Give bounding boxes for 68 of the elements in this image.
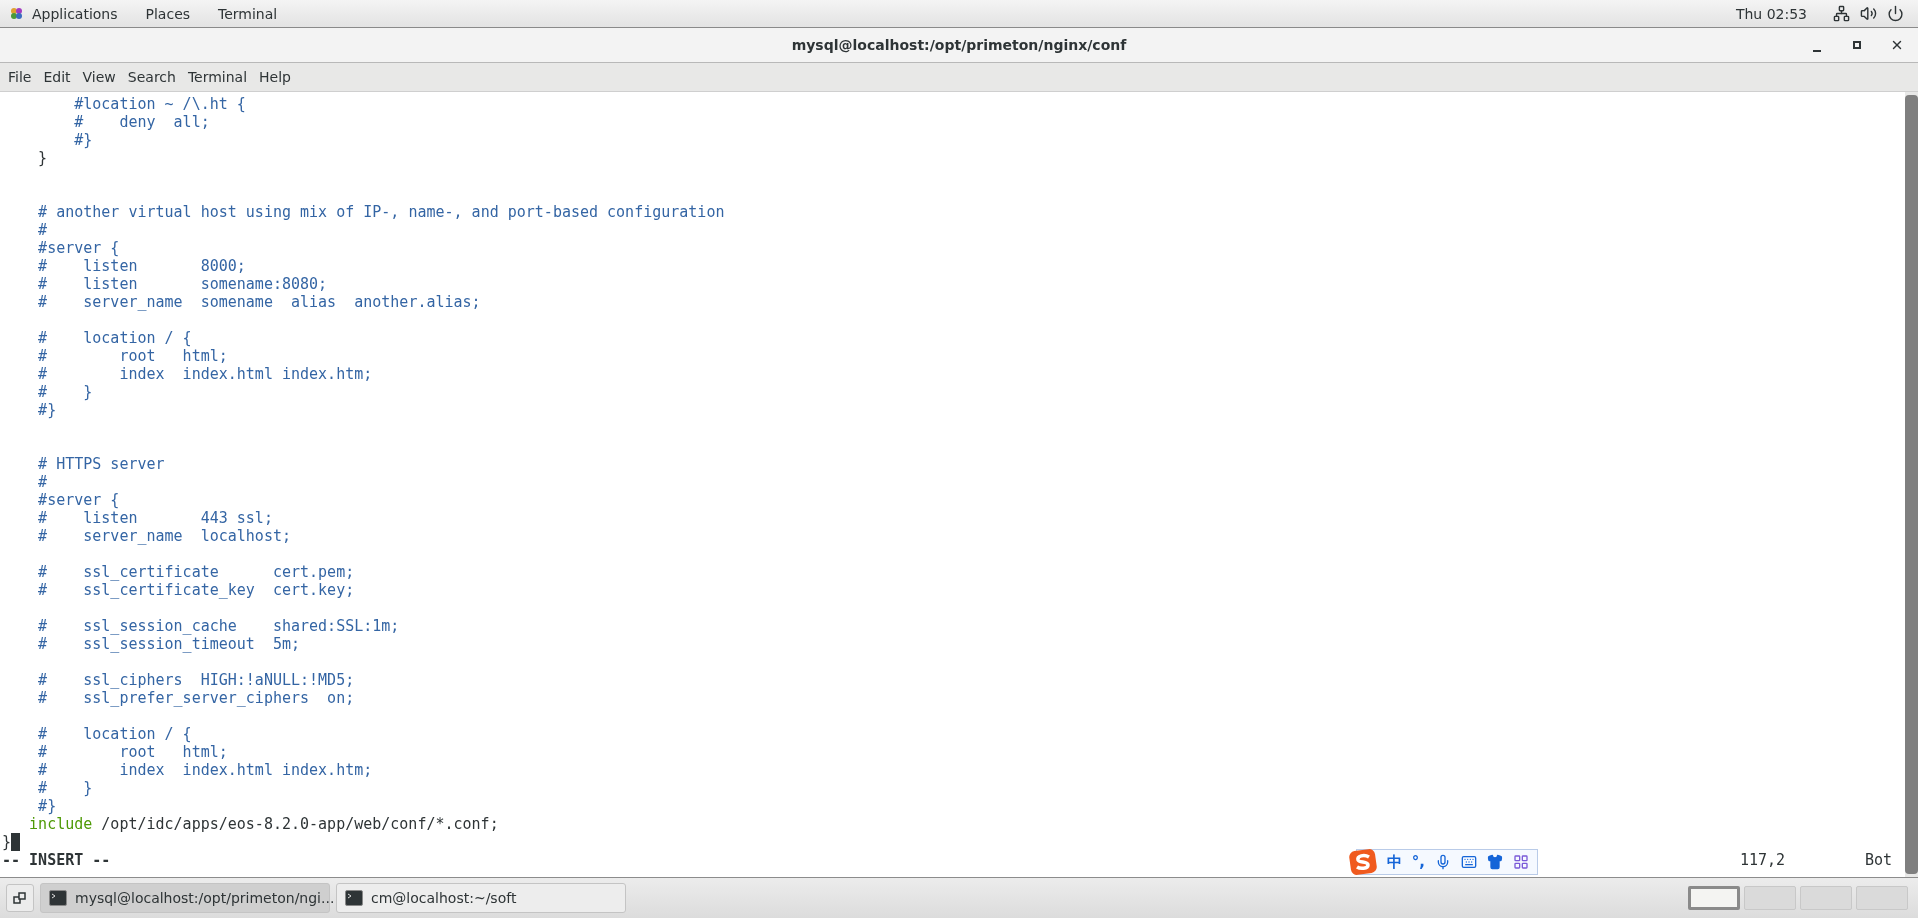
comment-line: # root html; xyxy=(37,347,228,365)
comment-line: # ssl_certificate cert.pem; xyxy=(37,563,355,581)
terminal-icon xyxy=(49,890,67,906)
menu-item[interactable]: Edit xyxy=(37,69,77,85)
menu-item[interactable]: Search xyxy=(121,69,182,85)
volume-icon[interactable] xyxy=(1860,5,1877,22)
microphone-icon[interactable] xyxy=(1435,854,1451,870)
comment-line: # listen somename:8080; xyxy=(37,275,328,293)
comment-line: # listen 443 ssl; xyxy=(37,509,273,527)
input-method-toggle[interactable]: °, xyxy=(1411,853,1425,871)
comment-line: #server { xyxy=(37,491,120,509)
menu-item[interactable]: View xyxy=(76,69,122,85)
menu-item[interactable]: Terminal xyxy=(181,69,254,85)
comment-line: # location / { xyxy=(37,725,192,743)
input-method-toggle[interactable]: 中 xyxy=(1386,852,1402,872)
code-line: } xyxy=(37,149,48,167)
keyboard-icon[interactable] xyxy=(1461,854,1477,870)
comment-line: #} xyxy=(73,131,93,149)
workspace-button[interactable] xyxy=(1688,886,1740,910)
code-line: } xyxy=(2,833,12,851)
taskbar-window-button[interactable]: cm@localhost:~/soft xyxy=(336,883,626,913)
clock[interactable]: Thu 02:53 xyxy=(1735,5,1807,22)
terminal-icon xyxy=(345,890,363,906)
comment-line: # index index.html index.htm; xyxy=(37,365,373,383)
cursor-position: 117,2 xyxy=(1739,851,1786,869)
top-bar-menu[interactable]: Terminal xyxy=(218,5,278,22)
top-bar-menu[interactable]: Places xyxy=(145,5,191,22)
comment-line: # server_name somename alias another.alias; xyxy=(37,293,481,311)
comment-line: # server_name localhost; xyxy=(37,527,291,545)
comment-line: #server { xyxy=(37,239,120,257)
maximize-icon xyxy=(1852,40,1862,50)
comment-line: #} xyxy=(37,401,57,419)
comment-line: # ssl_session_timeout 5m; xyxy=(37,635,300,653)
close-icon xyxy=(1890,38,1904,52)
comment-line: # } xyxy=(37,383,93,401)
comment-line: # ssl_ciphers HIGH:!aNULL:!MD5; xyxy=(37,671,355,689)
minimize-icon xyxy=(1813,50,1821,52)
scroll-position: Bot xyxy=(1864,851,1892,869)
menu-item[interactable]: Help xyxy=(253,69,297,85)
comment-line: # } xyxy=(37,779,93,797)
comment-line: # root html; xyxy=(37,743,228,761)
apps-logo-icon xyxy=(8,5,25,22)
mode-indicator: -- INSERT -- xyxy=(2,851,111,869)
power-icon[interactable] xyxy=(1887,5,1904,22)
code-line: include /opt/idc/apps/eos-8.2.0-app/web/conf/*.conf; xyxy=(28,815,500,833)
comment-line: # ssl_session_cache shared:SSL:1m; xyxy=(37,617,400,635)
menu-item[interactable]: File xyxy=(2,69,38,85)
comment-line: # listen 8000; xyxy=(37,257,246,275)
comment-line: #} xyxy=(37,797,57,815)
comment-line: # location / { xyxy=(37,329,192,347)
network-icon[interactable] xyxy=(1833,5,1850,22)
shirt-icon[interactable] xyxy=(1487,854,1503,870)
top-bar-menu[interactable]: Applications xyxy=(8,5,118,22)
scrollbar[interactable] xyxy=(1905,92,1918,877)
show-desktop-button[interactable] xyxy=(6,884,34,912)
windows-icon xyxy=(13,891,27,905)
comment-line: # HTTPS server xyxy=(37,455,165,473)
comment-line: #location ~ /\.ht { xyxy=(73,95,246,113)
comment-line: # xyxy=(37,221,48,239)
comment-line: # deny all; xyxy=(73,113,210,131)
comment-line: # index index.html index.htm; xyxy=(37,761,373,779)
comment-line: # ssl_certificate_key cert.key; xyxy=(37,581,355,599)
window-title: mysql@localhost:/opt/primeton/nginx/conf xyxy=(790,37,1128,53)
grid-icon[interactable] xyxy=(1513,854,1529,870)
comment-line: # another virtual host using mix of IP-, name-, and port-based configuration xyxy=(37,203,725,221)
comment-line: # ssl_prefer_server_ciphers on; xyxy=(37,689,355,707)
input-method-logo-icon[interactable] xyxy=(1348,849,1377,875)
comment-line: # xyxy=(37,473,48,491)
